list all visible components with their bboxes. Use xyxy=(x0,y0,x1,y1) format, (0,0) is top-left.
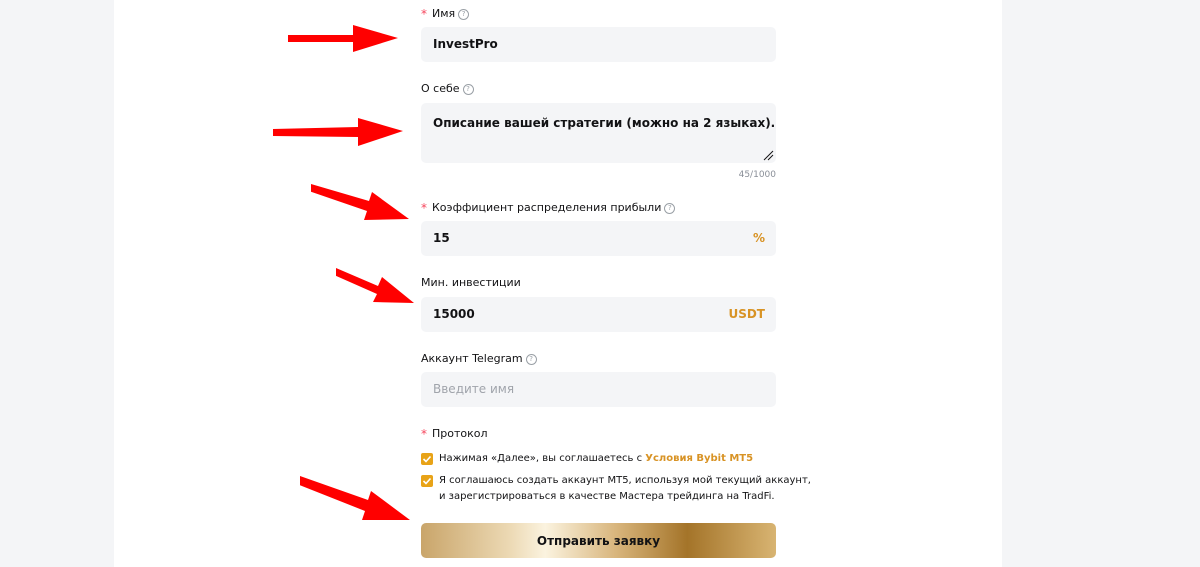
profit-share-input[interactable]: 15 % xyxy=(421,221,776,256)
arrow-annotation-icon xyxy=(311,184,409,220)
min-investment-value: 15000 xyxy=(433,307,475,321)
arrow-annotation-icon xyxy=(300,476,410,520)
arrow-annotation-icon xyxy=(273,118,403,146)
agree-mt5-line1: Я соглашаюсь создать аккаунт MT5, исполь… xyxy=(439,475,811,486)
resize-handle-icon[interactable] xyxy=(763,150,774,161)
agree-mt5-checkbox[interactable] xyxy=(421,475,433,487)
telegram-placeholder: Введите имя xyxy=(433,382,515,396)
min-investment-label-text: Мин. инвестиции xyxy=(421,276,521,289)
name-input-value: InvestPro xyxy=(433,37,498,51)
name-input[interactable]: InvestPro xyxy=(421,27,776,62)
min-investment-input[interactable]: 15000 USDT xyxy=(421,297,776,332)
help-icon[interactable]: ? xyxy=(462,83,474,95)
about-label: О себе ? xyxy=(421,82,474,96)
agree-terms-row: Нажимая «Далее», вы соглашаетесь с Услов… xyxy=(421,451,753,467)
required-asterisk: * xyxy=(421,427,427,441)
checkmark-icon xyxy=(422,477,432,485)
min-investment-unit: USDT xyxy=(728,307,765,321)
about-textarea[interactable]: Описание вашей стратегии (можно на 2 язы… xyxy=(421,103,776,163)
protocol-label-text: Протокол xyxy=(432,427,488,440)
required-asterisk: * xyxy=(421,201,427,215)
agree-terms-checkbox[interactable] xyxy=(421,453,433,465)
about-label-text: О себе xyxy=(421,82,460,95)
about-textarea-value: Описание вашей стратегии (можно на 2 язы… xyxy=(433,116,776,130)
profit-share-label: * Коэффициент распределения прибыли ? xyxy=(421,201,676,215)
arrow-annotation-icon xyxy=(288,25,398,52)
protocol-label: * Протокол xyxy=(421,427,488,441)
agree-mt5-text: Я соглашаюсь создать аккаунт MT5, исполь… xyxy=(439,473,811,505)
profit-share-value: 15 xyxy=(433,231,450,245)
arrow-annotation-icon xyxy=(336,268,414,303)
name-label: * Имя ? xyxy=(421,7,470,21)
agree-mt5-row: Я соглашаюсь создать аккаунт MT5, исполь… xyxy=(421,473,811,505)
profit-share-unit: % xyxy=(752,231,765,245)
agree-mt5-line2: и зарегистрироваться в качестве Мастера … xyxy=(439,491,775,502)
telegram-input[interactable]: Введите имя xyxy=(421,372,776,407)
help-icon[interactable]: ? xyxy=(458,8,470,20)
telegram-label-text: Аккаунт Telegram xyxy=(421,352,523,365)
required-asterisk: * xyxy=(421,7,427,21)
checkmark-icon xyxy=(422,455,432,463)
help-icon[interactable]: ? xyxy=(664,202,676,214)
about-char-counter: 45/1000 xyxy=(738,170,776,180)
terms-link[interactable]: Условия Bybit MT5 xyxy=(645,453,753,464)
name-label-text: Имя xyxy=(432,7,456,20)
telegram-label: Аккаунт Telegram ? xyxy=(421,352,537,366)
help-icon[interactable]: ? xyxy=(525,353,537,365)
agree-terms-prefix: Нажимая «Далее», вы соглашаетесь с xyxy=(439,453,643,464)
min-investment-label: Мин. инвестиции xyxy=(421,276,521,290)
agree-terms-text: Нажимая «Далее», вы соглашаетесь с Услов… xyxy=(439,451,753,467)
submit-button[interactable]: Отправить заявку xyxy=(421,523,776,558)
profit-share-label-text: Коэффициент распределения прибыли xyxy=(432,201,662,214)
